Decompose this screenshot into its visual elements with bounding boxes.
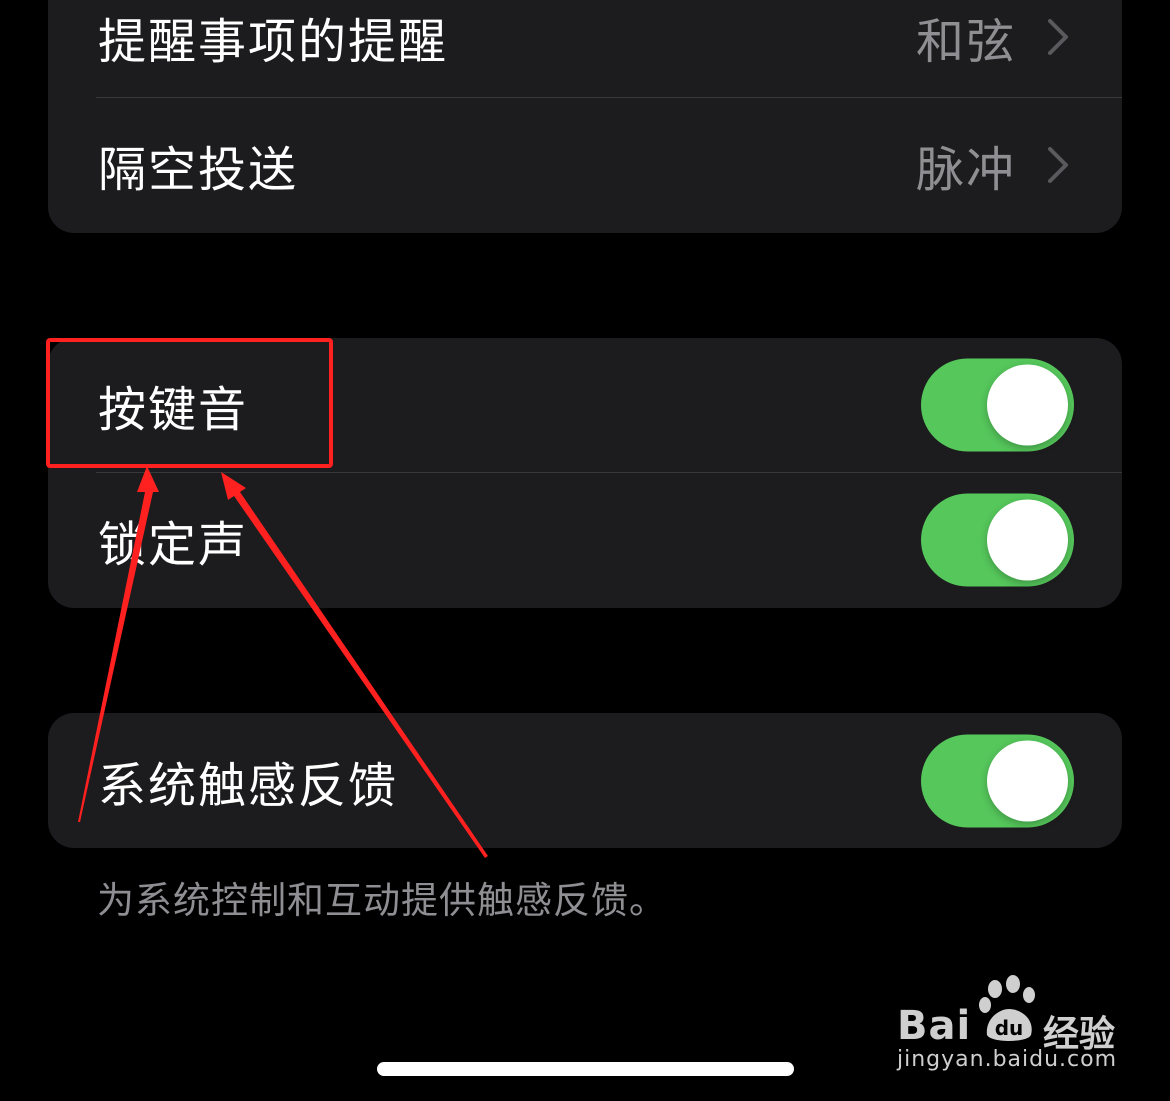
home-indicator[interactable] xyxy=(377,1062,794,1076)
chevron-right-icon xyxy=(1048,147,1068,183)
airdrop-label: 隔空投送 xyxy=(98,142,299,198)
toggle-knob xyxy=(987,499,1068,581)
annotation-highlight-box xyxy=(46,338,333,468)
system-haptics-label: 系统触感反馈 xyxy=(98,757,399,814)
watermark-brand: Bai xyxy=(897,1003,972,1049)
system-haptics-toggle[interactable] xyxy=(921,734,1074,827)
chevron-right-icon xyxy=(1048,19,1068,55)
baidu-paw-logo-icon: du xyxy=(979,975,1035,1041)
sounds-list-group: 提醒事项的提醒 和弦 隔空投送 脉冲 xyxy=(48,0,1122,233)
system-haptics-footer-note: 为系统控制和互动提供触感反馈。 xyxy=(97,879,667,922)
lock-sound-label: 锁定声 xyxy=(98,517,249,573)
toggle-knob xyxy=(987,740,1068,821)
reminder-alerts-row[interactable]: 提醒事项的提醒 和弦 xyxy=(48,0,1122,104)
baidu-jingyan-watermark: Bai du 经验 jingyan.baidu.com xyxy=(895,975,1125,1080)
airdrop-value: 脉冲 xyxy=(915,142,1016,198)
reminder-alerts-value: 和弦 xyxy=(915,14,1016,70)
system-haptics-group: 系统触感反馈 xyxy=(48,713,1122,848)
toggle-knob xyxy=(987,364,1068,446)
system-haptics-row: 系统触感反馈 xyxy=(48,713,1122,848)
lock-sound-toggle[interactable] xyxy=(921,493,1074,587)
lock-sound-row: 锁定声 xyxy=(48,473,1122,607)
reminder-alerts-label: 提醒事项的提醒 xyxy=(98,14,449,70)
keyboard-clicks-toggle[interactable] xyxy=(921,358,1074,452)
watermark-brand-du: du xyxy=(995,1016,1024,1040)
airdrop-row[interactable]: 隔空投送 脉冲 xyxy=(48,98,1122,232)
watermark-url: jingyan.baidu.com xyxy=(897,1047,1118,1072)
